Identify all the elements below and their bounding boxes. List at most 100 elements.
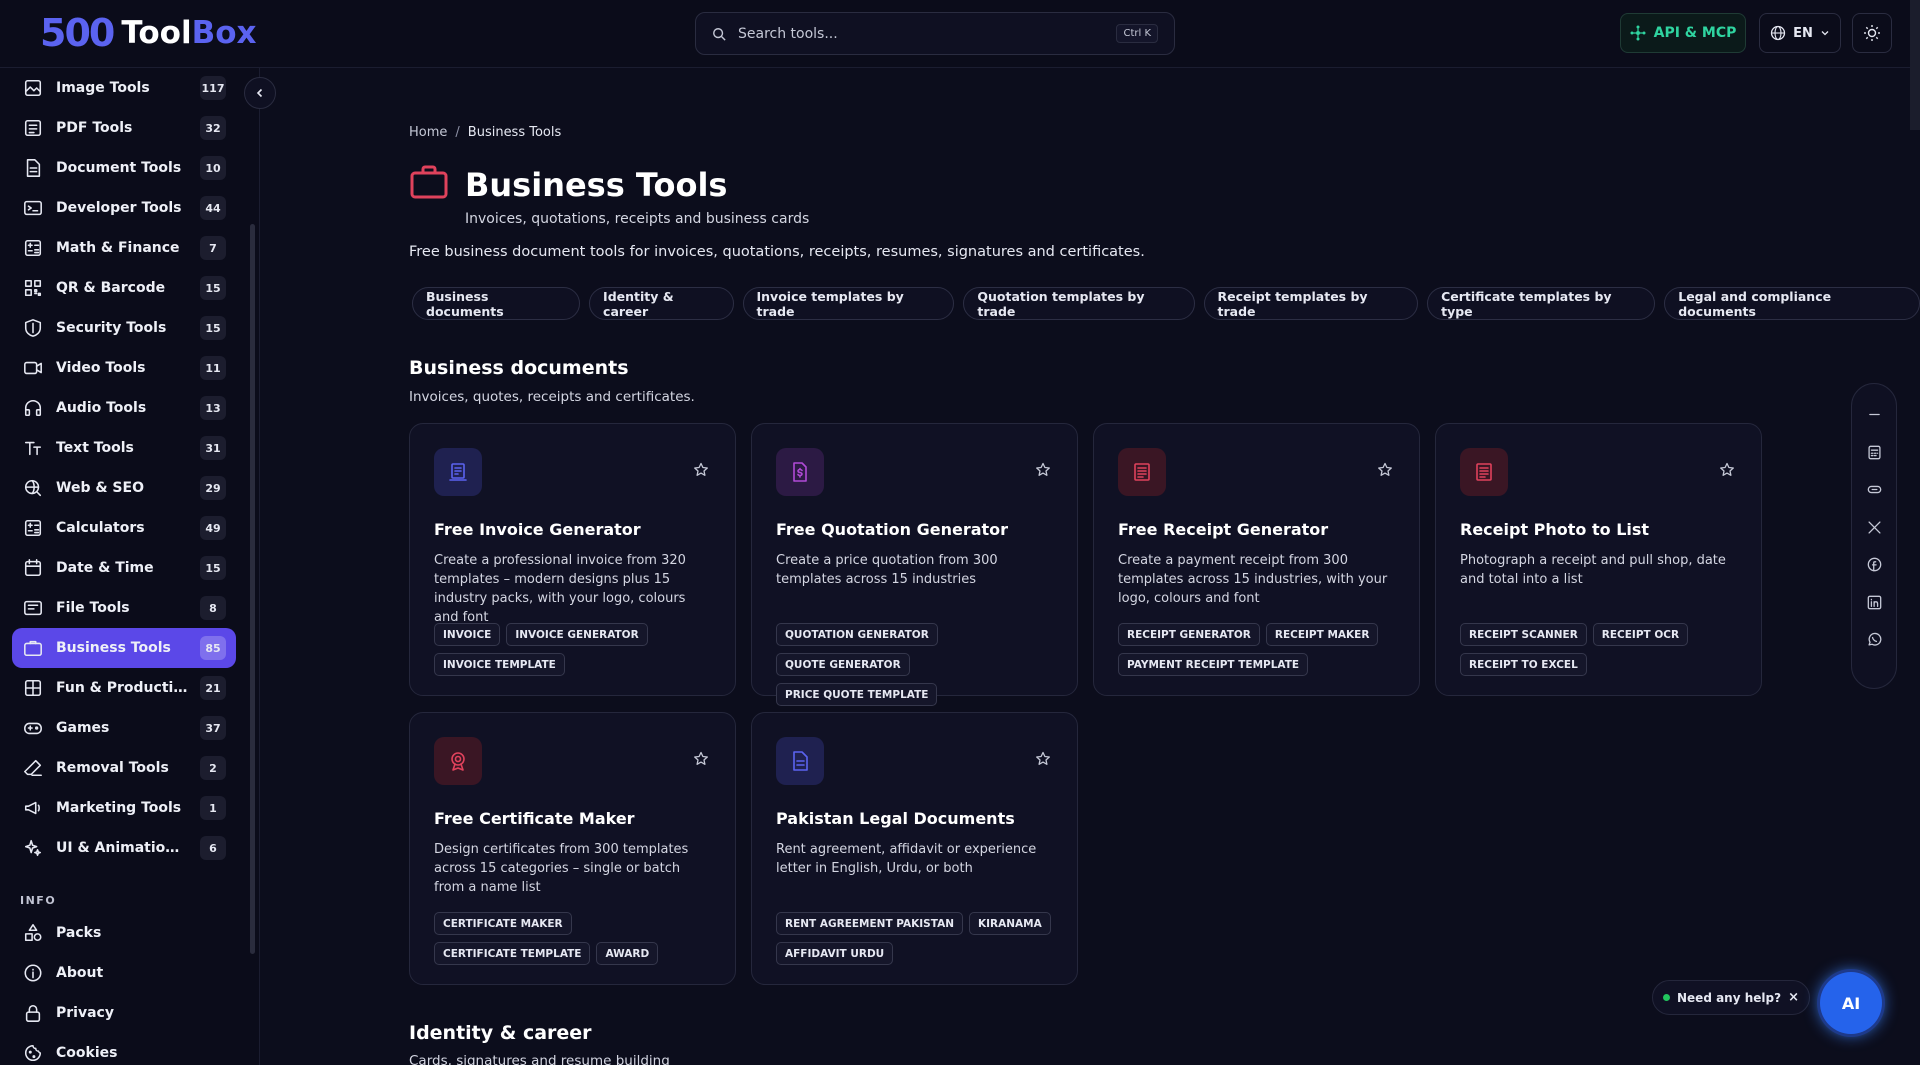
tool-tag[interactable]: RENT AGREEMENT PAKISTAN: [776, 912, 963, 935]
tool-tag[interactable]: AFFIDAVIT URDU: [776, 942, 894, 965]
sidebar-item-web-seo[interactable]: Web & SEO 29: [12, 468, 236, 508]
linkedin-icon[interactable]: [1859, 584, 1889, 622]
sidebar-item-count: 21: [200, 676, 226, 700]
favorite-star-icon[interactable]: [1035, 751, 1051, 767]
ai-assistant-button[interactable]: AI: [1820, 972, 1882, 1034]
tool-card[interactable]: Free Certificate Maker Design certificate…: [409, 712, 736, 985]
search-shortcut: Ctrl K: [1116, 24, 1158, 43]
sidebar-item-date-time[interactable]: Date & Time 15: [12, 548, 236, 588]
sidebar-nav: Image Tools 117 PDF Tools 32 Document Tools 1…: [12, 68, 236, 868]
favorite-star-icon[interactable]: [1719, 462, 1735, 478]
sidebar-item-business-tools[interactable]: Business Tools 85: [12, 628, 236, 668]
sidebar-info-about[interactable]: About: [12, 953, 236, 993]
sidebar-item-video-tools[interactable]: Video Tools 11: [12, 348, 236, 388]
tool-tag[interactable]: PAYMENT RECEIPT TEMPLATE: [1118, 653, 1309, 676]
category-chip[interactable]: Quotation templates by trade: [963, 287, 1195, 320]
tool-card[interactable]: Free Receipt Generator Create a payment r…: [1093, 423, 1420, 696]
qr-icon: [22, 277, 44, 299]
logo[interactable]: 500 ToolBox: [40, 14, 257, 52]
tool-tag[interactable]: RECEIPT TO EXCEL: [1460, 653, 1587, 676]
sidebar-scrollbar[interactable]: [250, 224, 255, 954]
tool-tag[interactable]: CERTIFICATE MAKER: [434, 912, 572, 935]
facebook-icon[interactable]: [1859, 546, 1889, 584]
sidebar-item-math-finance[interactable]: Math & Finance 7: [12, 228, 236, 268]
tool-tag[interactable]: PRICE QUOTE TEMPLATE: [776, 683, 938, 706]
tool-tag[interactable]: AWARD: [596, 942, 659, 965]
tool-tag[interactable]: CERTIFICATE TEMPLATE: [434, 942, 591, 965]
image-icon: [22, 77, 44, 99]
link-icon[interactable]: [1859, 471, 1889, 509]
search-input[interactable]: Search tools... Ctrl K: [695, 12, 1175, 55]
theme-toggle-button[interactable]: [1852, 13, 1892, 53]
minus-icon[interactable]: [1859, 396, 1889, 434]
category-chip[interactable]: Certificate templates by type: [1427, 287, 1656, 320]
whatsapp-icon[interactable]: [1859, 621, 1889, 659]
sidebar-item-developer-tools[interactable]: Developer Tools 44: [12, 188, 236, 228]
sidebar-item-pdf-tools[interactable]: PDF Tools 32: [12, 108, 236, 148]
category-chip[interactable]: Identity & career: [589, 287, 734, 320]
tool-card-description: Create a professional invoice from 320 t…: [434, 553, 686, 625]
close-icon[interactable]: ×: [1788, 990, 1799, 1005]
tool-card-tags: INVOICE INVOICE GENERATOR INVOICE TEMPLATE: [434, 623, 711, 676]
tool-tag[interactable]: INVOICE TEMPLATE: [434, 653, 565, 676]
sidebar-info-privacy[interactable]: Privacy: [12, 993, 236, 1033]
sidebar-item-label: Packs: [56, 925, 102, 941]
calendar-icon: [22, 557, 44, 579]
sidebar-item-count: 2: [200, 756, 226, 780]
category-chip[interactable]: Invoice templates by trade: [742, 287, 955, 320]
sidebar-item-ui-animation-gen[interactable]: UI & Animation Gen... 6: [12, 828, 236, 868]
sidebar-item-security-tools[interactable]: Security Tools 15: [12, 308, 236, 348]
sidebar-item-games[interactable]: Games 37: [12, 708, 236, 748]
tool-tag[interactable]: QUOTE GENERATOR: [776, 653, 910, 676]
x-icon[interactable]: [1859, 509, 1889, 547]
tool-tag[interactable]: RECEIPT GENERATOR: [1118, 623, 1260, 646]
tool-card[interactable]: Free Quotation Generator Create a price q…: [751, 423, 1078, 706]
tool-card[interactable]: Pakistan Legal Documents Rent agreement, …: [751, 712, 1078, 985]
sidebar-info-packs[interactable]: Packs: [12, 913, 236, 953]
tool-tag[interactable]: RECEIPT OCR: [1592, 623, 1689, 646]
sidebar-item-marketing-tools[interactable]: Marketing Tools 1: [12, 788, 236, 828]
category-chip[interactable]: Legal and compliance documents: [1664, 287, 1920, 320]
sidebar-item-label: Removal Tools: [56, 760, 169, 776]
sidebar-item-text-tools[interactable]: Text Tools 31: [12, 428, 236, 468]
tool-tag[interactable]: INVOICE GENERATOR: [506, 623, 648, 646]
sidebar-item-audio-tools[interactable]: Audio Tools 13: [12, 388, 236, 428]
breadcrumb-home[interactable]: Home: [409, 125, 447, 140]
tool-card-title: Free Certificate Maker: [434, 809, 635, 828]
sidebar-item-file-tools[interactable]: File Tools 8: [12, 588, 236, 628]
tool-tag[interactable]: QUOTATION GENERATOR: [776, 623, 938, 646]
sidebar-item-image-tools[interactable]: Image Tools 117: [12, 68, 236, 108]
favorite-star-icon[interactable]: [1377, 462, 1393, 478]
sidebar-info-cookies[interactable]: Cookies: [12, 1033, 236, 1065]
sidebar-item-count: 1: [200, 796, 226, 820]
calculator-icon[interactable]: [1859, 434, 1889, 472]
favorite-star-icon[interactable]: [693, 462, 709, 478]
tool-tag[interactable]: RECEIPT MAKER: [1265, 623, 1379, 646]
sidebar-item-count: 6: [200, 836, 226, 860]
sidebar-item-calculators[interactable]: Calculators 49: [12, 508, 236, 548]
tool-card[interactable]: Receipt Photo to List Photograph a receip…: [1435, 423, 1762, 696]
sidebar-item-removal-tools[interactable]: Removal Tools 2: [12, 748, 236, 788]
help-bubble[interactable]: Need any help? ×: [1652, 980, 1810, 1015]
tool-tag[interactable]: RECEIPT SCANNER: [1460, 623, 1587, 646]
tool-card[interactable]: Free Invoice Generator Create a professio…: [409, 423, 736, 696]
favorite-star-icon[interactable]: [1035, 462, 1051, 478]
section-title-identity: Identity & career: [409, 1022, 592, 1044]
sidebar-item-qr-barcode[interactable]: QR & Barcode 15: [12, 268, 236, 308]
search-icon: [712, 27, 726, 41]
page-scrollbar[interactable]: [1910, 0, 1920, 130]
terminal-icon: [22, 197, 44, 219]
category-chip[interactable]: Business documents: [412, 287, 581, 320]
tool-tag[interactable]: INVOICE: [434, 623, 501, 646]
favorite-star-icon[interactable]: [693, 751, 709, 767]
api-mcp-button[interactable]: API & MCP: [1620, 13, 1746, 53]
collapse-sidebar-button[interactable]: [244, 77, 276, 109]
tool-tag[interactable]: KIRANAMA: [969, 912, 1051, 935]
sidebar-item-fun-productivity[interactable]: Fun & Productivity 21: [12, 668, 236, 708]
tool-card-tags: QUOTATION GENERATOR QUOTE GENERATOR PRICE …: [776, 623, 1053, 706]
tool-card-description: Rent agreement, affidavit or experience …: [776, 842, 1037, 876]
sidebar-item-document-tools[interactable]: Document Tools 10: [12, 148, 236, 188]
category-chip[interactable]: Receipt templates by trade: [1203, 287, 1419, 320]
language-selector[interactable]: EN: [1759, 13, 1841, 53]
sidebar-item-count: 31: [200, 436, 226, 460]
